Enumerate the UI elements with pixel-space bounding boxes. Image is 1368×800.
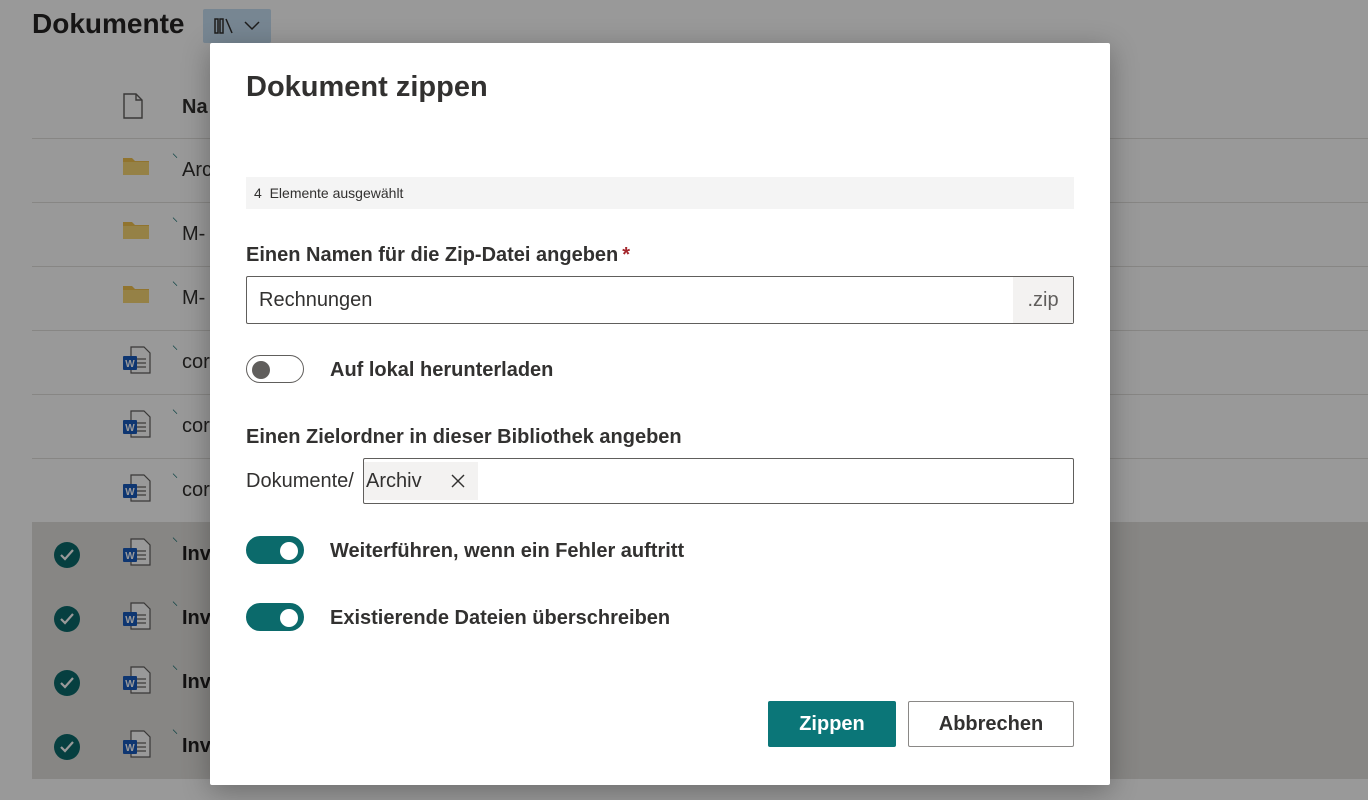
- zip-name-field: .zip: [246, 276, 1074, 324]
- folder-chip-label: Archiv: [366, 469, 422, 492]
- zip-button[interactable]: Zippen: [768, 701, 896, 747]
- selection-info: 4 Elemente ausgewählt: [246, 177, 1074, 209]
- cancel-button[interactable]: Abbrechen: [908, 701, 1074, 747]
- zip-name-label: Einen Namen für die Zip-Datei angeben *: [246, 244, 630, 267]
- target-folder-prefix: Dokumente/: [246, 470, 354, 492]
- download-local-label: Auf lokal herunterladen: [330, 359, 554, 381]
- close-icon[interactable]: [450, 473, 466, 489]
- toggle-knob: [252, 361, 270, 379]
- folder-chip[interactable]: Archiv: [364, 462, 478, 500]
- toggle-knob: [280, 542, 298, 560]
- selection-count: 4: [254, 185, 262, 201]
- overwrite-toggle[interactable]: [246, 603, 304, 631]
- continue-on-error-label: Weiterführen, wenn ein Fehler auftritt: [330, 540, 685, 562]
- overwrite-label: Existierende Dateien überschreiben: [330, 607, 671, 629]
- dialog-title: Dokument zippen: [246, 71, 488, 103]
- selection-text: Elemente ausgewählt: [269, 185, 404, 201]
- toggle-knob: [280, 609, 298, 627]
- zip-name-label-text: Einen Namen für die Zip-Datei angeben: [246, 244, 619, 266]
- target-folder-picker[interactable]: Archiv: [363, 458, 1074, 504]
- zip-dialog: Dokument zippen 4 Elemente ausgewählt Ei…: [210, 43, 1110, 785]
- download-local-toggle[interactable]: [246, 355, 304, 383]
- zip-name-input[interactable]: [247, 277, 1013, 323]
- zip-suffix: .zip: [1013, 277, 1073, 323]
- continue-on-error-toggle[interactable]: [246, 536, 304, 564]
- required-marker: *: [622, 244, 631, 266]
- target-folder-label: Einen Zielordner in dieser Bibliothek an…: [246, 426, 682, 448]
